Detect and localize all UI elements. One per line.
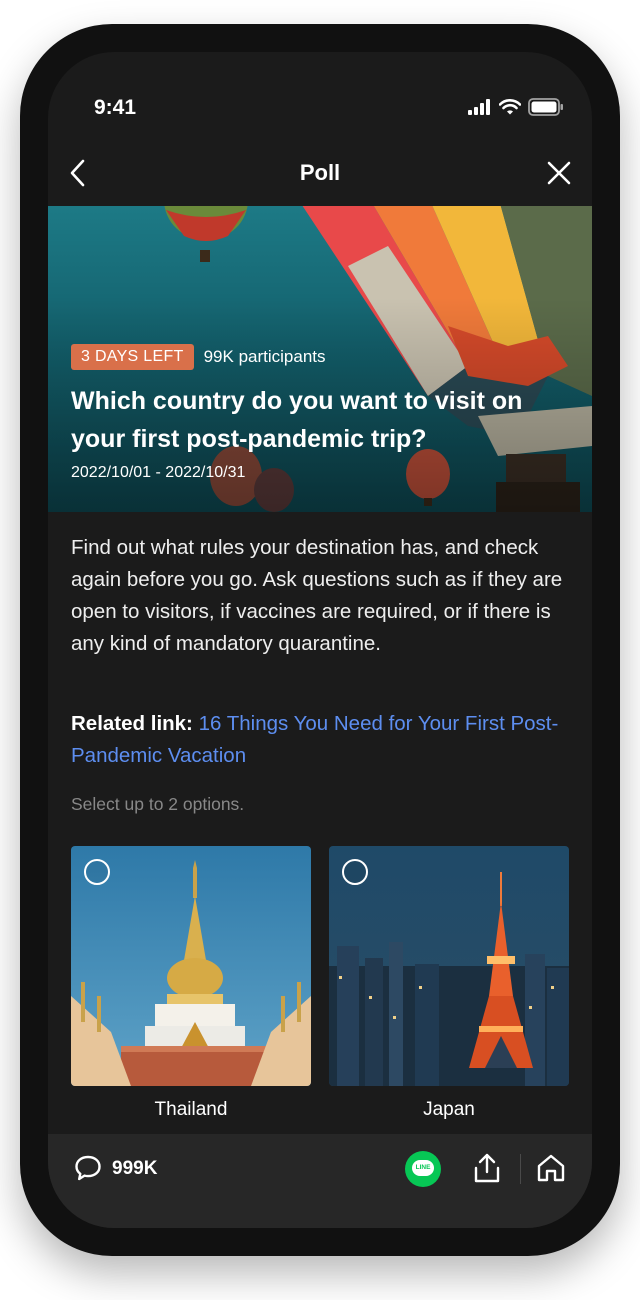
option-radio-thailand[interactable] <box>84 859 110 885</box>
status-icons <box>468 98 564 116</box>
status-time: 9:41 <box>94 96 137 119</box>
action-divider <box>520 1154 521 1184</box>
nav-bar: Poll <box>48 150 592 198</box>
poll-date-range: 2022/10/01 - 2022/10/31 <box>71 464 246 481</box>
line-share-button[interactable]: LINE <box>405 1151 441 1187</box>
line-label: LINE <box>415 1164 431 1171</box>
close-icon[interactable] <box>546 160 572 186</box>
poll-hero-banner: 3 DAYS LEFT 99K participants Which count… <box>48 206 592 512</box>
poll-meta: 3 DAYS LEFT 99K participants <box>71 344 326 370</box>
days-left-badge: 3 DAYS LEFT <box>71 344 194 370</box>
related-link-row: Related link: 16 Things You Need for You… <box>71 708 576 772</box>
app-screen: 9:41 Poll 3 DAYS LEFT 99K participants W… <box>48 52 592 1228</box>
comment-icon[interactable] <box>74 1154 102 1182</box>
poll-question: Which country do you want to visit on yo… <box>71 387 523 453</box>
option-image-thailand[interactable] <box>71 846 311 1086</box>
selection-hint: Select up to 2 options. <box>71 794 245 814</box>
option-label-thailand: Thailand <box>154 1099 228 1120</box>
comment-count[interactable]: 999K <box>112 1158 157 1180</box>
wifi-icon <box>499 99 521 115</box>
home-icon[interactable] <box>536 1153 566 1183</box>
option-japan[interactable]: Japan <box>329 846 569 1121</box>
status-bar: 9:41 <box>48 52 592 132</box>
temple-image <box>71 846 311 1086</box>
share-icon[interactable] <box>472 1152 502 1184</box>
related-link-label: Related link: <box>71 712 193 735</box>
option-thailand[interactable]: Thailand <box>71 846 311 1121</box>
battery-icon <box>528 98 563 116</box>
poll-description: Find out what rules your destination has… <box>71 536 563 655</box>
option-label-japan: Japan <box>423 1099 475 1120</box>
option-image-japan[interactable] <box>329 846 569 1086</box>
tokyo-tower-image <box>329 846 569 1086</box>
page-title: Poll <box>299 160 341 185</box>
phone-frame: 9:41 Poll 3 DAYS LEFT 99K participants W… <box>20 24 620 1256</box>
participants-count: 99K participants <box>203 347 326 366</box>
option-radio-japan[interactable] <box>342 859 368 885</box>
bottom-action-bar: 999K LINE <box>48 1134 592 1228</box>
signal-icon <box>468 99 490 115</box>
